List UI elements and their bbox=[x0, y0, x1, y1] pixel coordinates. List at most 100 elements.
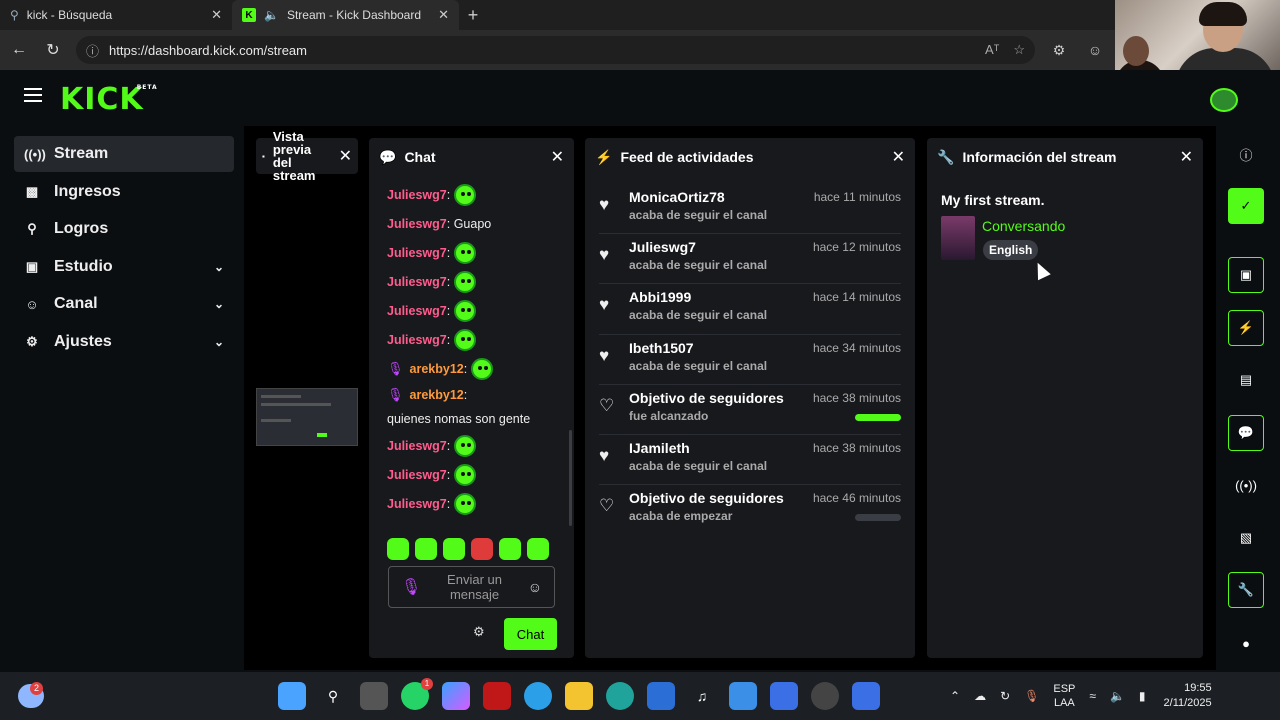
document-icon[interactable]: ▤ bbox=[1228, 362, 1264, 398]
address-bar[interactable]: ⓘ https://dashboard.kick.com/stream Aᵀ ☆ bbox=[76, 36, 1035, 64]
dashboard-workspace: ▪ Vista previa del stream ✕ 💬 Chat ✕ Jul… bbox=[244, 126, 1216, 670]
profile-icon[interactable]: ☺ bbox=[1083, 42, 1107, 58]
sidebar-item-label: Logros bbox=[54, 220, 109, 237]
chat-input[interactable]: 🎙 Enviar un mensaje ☺ bbox=[388, 566, 555, 608]
emote-button[interactable] bbox=[499, 538, 521, 560]
close-tab-icon[interactable]: ✕ bbox=[438, 7, 449, 23]
reload-button[interactable]: ↻ bbox=[42, 40, 64, 60]
layout-icon[interactable]: ▧ bbox=[1228, 520, 1264, 556]
emote-button[interactable] bbox=[387, 538, 409, 560]
close-tab-icon[interactable]: ✕ bbox=[211, 7, 222, 23]
start-icon[interactable] bbox=[278, 682, 306, 710]
emote-button[interactable] bbox=[471, 538, 493, 560]
emote-button[interactable] bbox=[527, 538, 549, 560]
chat-username[interactable]: Julieswg7 bbox=[387, 436, 447, 456]
whatsapp-icon[interactable]: 1 bbox=[401, 678, 433, 710]
sidebar-item-logros[interactable]: ⚲ Logros bbox=[14, 211, 234, 247]
stream-preview-thumbnail[interactable] bbox=[256, 388, 358, 446]
chat-username[interactable]: Julieswg7 bbox=[387, 494, 447, 514]
task-view-icon[interactable] bbox=[360, 682, 388, 710]
activity-name[interactable]: IJamileth bbox=[629, 440, 767, 456]
sidebar-item-stream[interactable]: ((•)) Stream bbox=[14, 136, 234, 172]
browser-tab-dashboard[interactable]: K 🔈 Stream - Kick Dashboard ✕ bbox=[232, 0, 459, 30]
chat-username[interactable]: Julieswg7 bbox=[387, 465, 447, 485]
clock[interactable]: 19:55 2/11/2025 bbox=[1164, 681, 1212, 711]
mcafee-icon[interactable] bbox=[483, 682, 511, 710]
chat-username[interactable]: Julieswg7 bbox=[387, 214, 447, 234]
avatar[interactable] bbox=[1210, 88, 1238, 112]
chat-username[interactable]: Julieswg7 bbox=[387, 330, 447, 350]
mic-tray-icon[interactable]: 🎙 bbox=[1024, 689, 1039, 703]
site-info-icon[interactable]: ⓘ bbox=[86, 41, 99, 60]
sync-icon[interactable]: ↻ bbox=[1000, 689, 1010, 703]
chat-username[interactable]: Julieswg7 bbox=[387, 301, 447, 321]
info-icon[interactable]: ⓘ bbox=[1228, 136, 1264, 172]
close-icon[interactable]: ✕ bbox=[1180, 147, 1193, 167]
activity-name[interactable]: Abbi1999 bbox=[629, 289, 767, 305]
sidebar-item-canal[interactable]: ☺ Canal ⌄ bbox=[14, 286, 234, 322]
chat-messages[interactable]: Julieswg7: Julieswg7: Guapo Julieswg7: J… bbox=[369, 180, 574, 520]
chevron-up-icon[interactable]: ⌃ bbox=[950, 689, 960, 703]
edge-icon[interactable] bbox=[606, 682, 634, 710]
battery-icon[interactable]: ▮ bbox=[1139, 689, 1146, 703]
stream-category[interactable]: Conversando bbox=[982, 218, 1065, 234]
store-icon[interactable] bbox=[729, 682, 757, 710]
emote-button[interactable] bbox=[443, 538, 465, 560]
chat-username[interactable]: Julieswg7 bbox=[387, 243, 447, 263]
chat-message: Julieswg7: bbox=[387, 267, 574, 296]
tiktok-icon[interactable]: ♫ bbox=[688, 682, 716, 710]
top-bar: KICK BETA bbox=[0, 70, 1280, 126]
read-aloud-icon[interactable]: Aᵀ bbox=[985, 42, 999, 58]
roblox-icon[interactable] bbox=[770, 682, 798, 710]
preview-toggle-icon[interactable]: ▣ bbox=[1228, 257, 1264, 293]
chat-username[interactable]: arekby12 bbox=[410, 359, 464, 379]
chat-toggle-icon[interactable]: 💬 bbox=[1228, 415, 1264, 451]
chat-scrollbar[interactable] bbox=[569, 430, 572, 526]
favorite-star-icon[interactable]: ☆ bbox=[1013, 42, 1025, 58]
back-button[interactable]: ← bbox=[8, 41, 30, 59]
broadcast-icon[interactable]: ((•)) bbox=[1228, 467, 1264, 503]
chart-icon: ▩ bbox=[25, 183, 39, 199]
speaker-icon[interactable]: 🔈 bbox=[264, 8, 279, 22]
heart-icon: ♥ bbox=[599, 195, 610, 214]
emoji-picker-icon[interactable]: ☺ bbox=[528, 579, 542, 595]
sidebar-item-estudio[interactable]: ▣ Estudio ⌄ bbox=[14, 249, 234, 285]
search-icon[interactable]: ⚲ bbox=[319, 682, 347, 710]
menu-icon[interactable] bbox=[24, 88, 42, 106]
language-indicator[interactable]: ESP LAA bbox=[1053, 682, 1075, 710]
edge-dev-icon[interactable] bbox=[524, 682, 552, 710]
activity-name[interactable]: Julieswg7 bbox=[629, 239, 767, 255]
activity-name[interactable]: Ibeth1507 bbox=[629, 340, 767, 356]
activity-toggle-icon[interactable]: ⚡ bbox=[1228, 310, 1264, 346]
kick-logo[interactable]: KICK BETA bbox=[60, 82, 157, 117]
chat-settings-icon[interactable]: ⚙ bbox=[473, 624, 485, 640]
roblox-studio-icon[interactable] bbox=[852, 682, 880, 710]
obs-icon[interactable] bbox=[811, 682, 839, 710]
chat-send-button[interactable]: Chat bbox=[504, 618, 557, 650]
close-icon[interactable]: ✕ bbox=[892, 147, 905, 167]
activity-name: Objetivo de seguidores bbox=[629, 389, 784, 406]
file-explorer-icon[interactable] bbox=[565, 682, 593, 710]
copilot-icon[interactable] bbox=[442, 682, 470, 710]
network-app-icon[interactable]: ☁ bbox=[974, 689, 986, 703]
chevron-down-icon: ⌄ bbox=[213, 297, 224, 311]
sidebar-item-ingresos[interactable]: ▩ Ingresos bbox=[14, 174, 234, 210]
extensions-icon[interactable]: ⚙ bbox=[1047, 42, 1071, 59]
emote-button[interactable] bbox=[415, 538, 437, 560]
check-icon[interactable]: ✓ bbox=[1228, 188, 1264, 224]
share-icon[interactable]: ● bbox=[1228, 625, 1264, 661]
new-tab-button[interactable]: + bbox=[459, 5, 487, 26]
volume-icon[interactable]: 🔈 bbox=[1110, 689, 1125, 703]
sidebar-item-ajustes[interactable]: ⚙ Ajustes ⌄ bbox=[14, 324, 234, 360]
media-player-icon[interactable] bbox=[647, 682, 675, 710]
close-icon[interactable]: ✕ bbox=[551, 147, 564, 167]
activity-name[interactable]: MonicaOrtiz78 bbox=[629, 189, 767, 205]
wifi-icon[interactable]: ≈ bbox=[1089, 689, 1096, 703]
chat-username[interactable]: Julieswg7 bbox=[387, 185, 447, 205]
chat-username[interactable]: Julieswg7 bbox=[387, 272, 447, 292]
wrench-toggle-icon[interactable]: 🔧 bbox=[1228, 572, 1264, 608]
browser-tab-search[interactable]: ⚲ kick - Búsqueda ✕ bbox=[0, 0, 232, 30]
close-icon[interactable]: ✕ bbox=[339, 148, 352, 164]
chat-username[interactable]: arekby12 bbox=[410, 385, 464, 405]
mic-badge-icon: 🎙 bbox=[387, 387, 404, 402]
